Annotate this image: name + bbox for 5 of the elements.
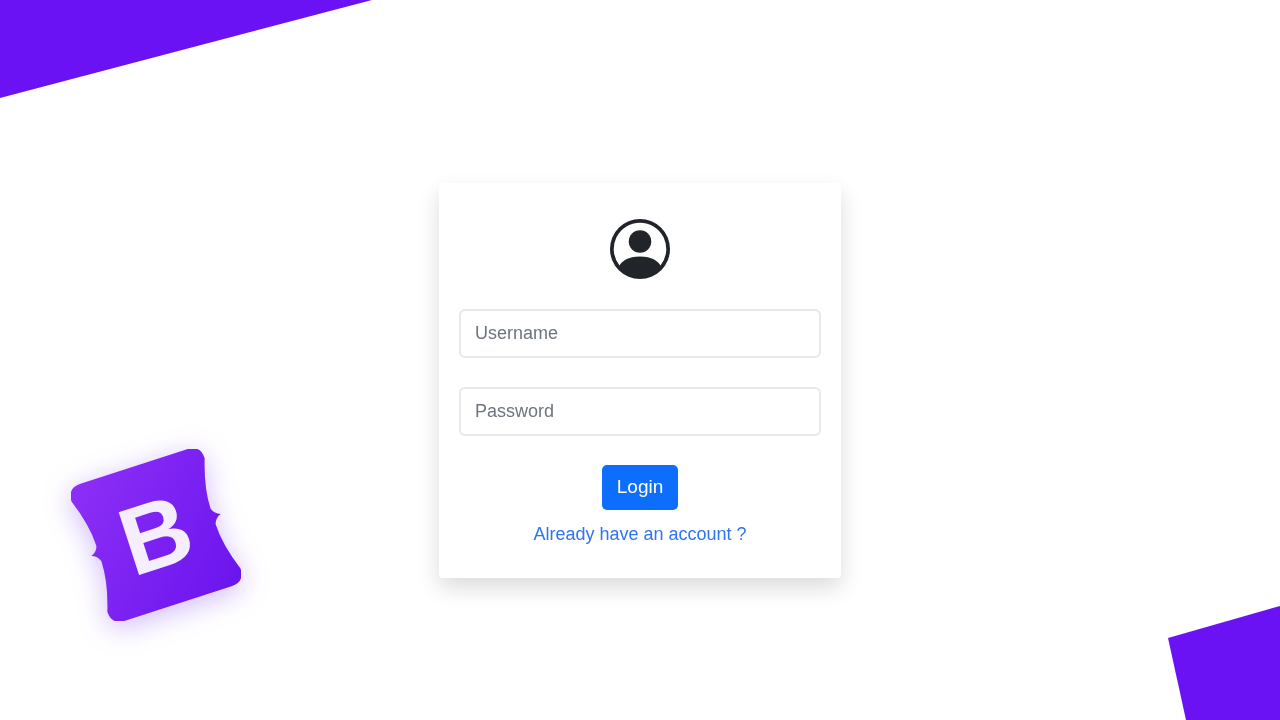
input-field[interactable]: Password [459, 387, 821, 436]
logo-letter: B [108, 478, 204, 592]
account-link[interactable]: Already have an account ? [533, 522, 747, 546]
login-button[interactable]: Login [601, 465, 679, 510]
input-field[interactable]: Username [459, 309, 821, 358]
